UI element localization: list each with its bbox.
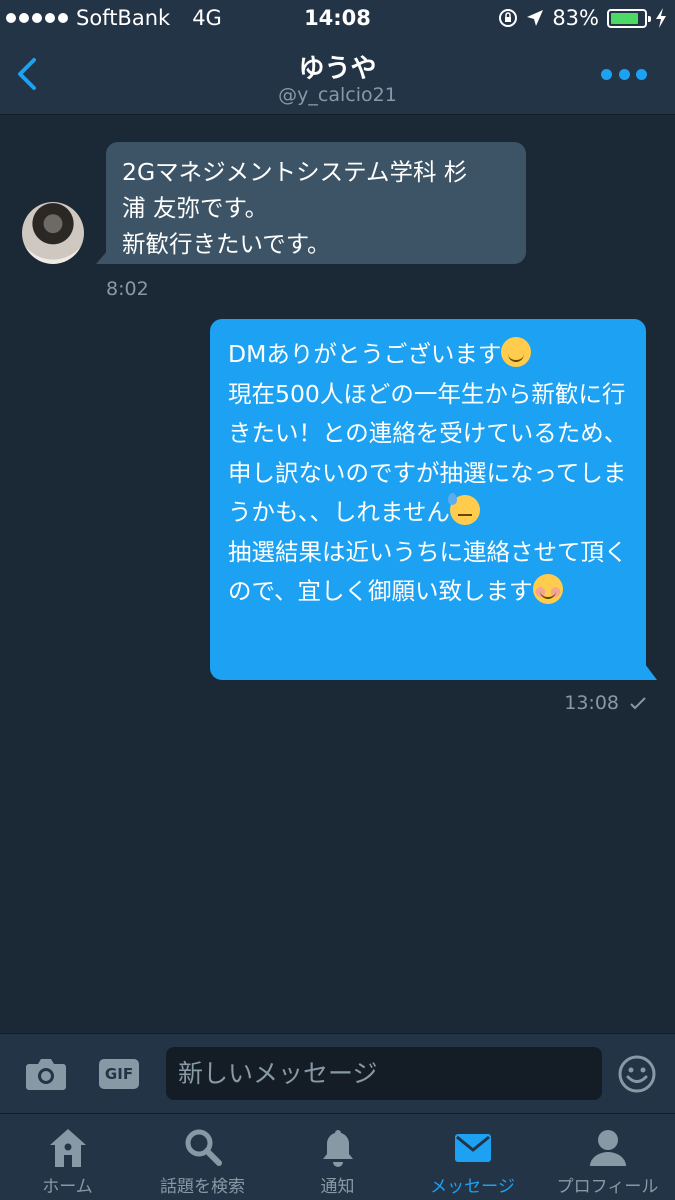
more-options-button[interactable] xyxy=(601,64,647,84)
search-icon xyxy=(185,1129,222,1166)
status-right: 83% xyxy=(498,6,667,30)
outgoing-message-time: 13:08 xyxy=(564,692,619,714)
gif-button[interactable]: GIF xyxy=(99,1059,139,1089)
location-arrow-icon xyxy=(527,10,544,26)
incoming-message-line: 新歓行きたいです。 xyxy=(122,230,331,258)
outgoing-message-text: DMありがとうございます xyxy=(228,340,502,368)
status-bar: SoftBank 4G 14:08 83% xyxy=(0,0,675,38)
tab-label: プロフィール xyxy=(556,1177,659,1197)
sender-avatar[interactable] xyxy=(22,202,84,264)
camera-button[interactable] xyxy=(25,1056,67,1092)
tab-label: ホーム xyxy=(42,1177,93,1197)
incoming-message-bubble[interactable]: 2Gマネジメントシステム学科 杉 浦 友弥です。 新歓行きたいです。 xyxy=(106,142,526,264)
tab-label: 通知 xyxy=(320,1177,355,1197)
tab-label: 話題を検索 xyxy=(160,1177,245,1197)
outgoing-message-paragraph: 現在500人ほどの一年生から新歓に行きたい！との連絡を受けているため、申し訳ない… xyxy=(228,375,632,533)
tab-profile[interactable]: プロフィール xyxy=(540,1114,675,1200)
person-icon xyxy=(589,1130,626,1166)
tab-search[interactable]: 話題を検索 xyxy=(135,1114,270,1200)
tab-notifications[interactable]: 通知 xyxy=(270,1114,405,1200)
battery-icon xyxy=(607,8,651,28)
outgoing-message-text: 現在500人ほどの一年生から新歓に行きたい！との連絡を受けているため、申し訳ない… xyxy=(228,379,628,527)
home-icon xyxy=(49,1129,86,1167)
dm-conversation-screen: SoftBank 4G 14:08 83% ゆうや @y_calcio21 2G… xyxy=(0,0,675,1200)
sent-check-icon xyxy=(630,697,646,710)
tab-messages[interactable]: メッセージ xyxy=(405,1114,540,1200)
outgoing-message-paragraph: DMありがとうございます xyxy=(228,335,632,375)
incoming-message-line: 2Gマネジメントシステム学科 杉 xyxy=(122,158,468,186)
envelope-icon xyxy=(454,1134,491,1162)
orientation-lock-icon xyxy=(499,9,518,27)
bell-icon xyxy=(322,1130,353,1167)
camera-icon xyxy=(26,1059,66,1090)
charging-bolt-icon xyxy=(656,8,666,28)
conversation-title: ゆうや xyxy=(298,54,377,84)
outgoing-message-paragraph: 抽選結果は近いうちに連絡させて頂くので、宜しく御願い致します xyxy=(228,533,632,612)
battery-percent: 83% xyxy=(552,6,599,30)
incoming-message-time: 8:02 xyxy=(106,278,149,300)
downcast-sweat-emoji-icon xyxy=(447,493,480,525)
more-dot xyxy=(636,68,647,80)
tab-home[interactable]: ホーム xyxy=(0,1114,135,1200)
conversation-header: ゆうや @y_calcio21 xyxy=(0,38,675,115)
more-dot xyxy=(601,68,612,80)
outgoing-message-meta: 13:08 xyxy=(564,692,647,714)
new-message-input[interactable] xyxy=(166,1047,602,1100)
emoji-button[interactable] xyxy=(617,1054,657,1094)
incoming-message-line: 浦 友弥です。 xyxy=(122,194,269,222)
outgoing-message-bubble[interactable]: DMありがとうございます 現在500人ほどの一年生から新歓に行きたい！との連絡を… xyxy=(210,319,646,680)
message-composer: GIF xyxy=(0,1033,675,1113)
smiley-icon xyxy=(618,1055,656,1093)
more-dot xyxy=(618,68,630,80)
tab-label: メッセージ xyxy=(430,1177,515,1197)
smiling-face-emoji-icon xyxy=(501,337,532,367)
outgoing-message-text: 抽選結果は近いうちに連絡させて頂くので、宜しく御願い致します xyxy=(228,537,628,606)
conversation-handle: @y_calcio21 xyxy=(278,84,397,106)
tab-bar: ホーム 話題を検索 通知 メッセージ プロフィール xyxy=(0,1113,675,1200)
relieved-face-emoji-icon xyxy=(532,574,563,604)
